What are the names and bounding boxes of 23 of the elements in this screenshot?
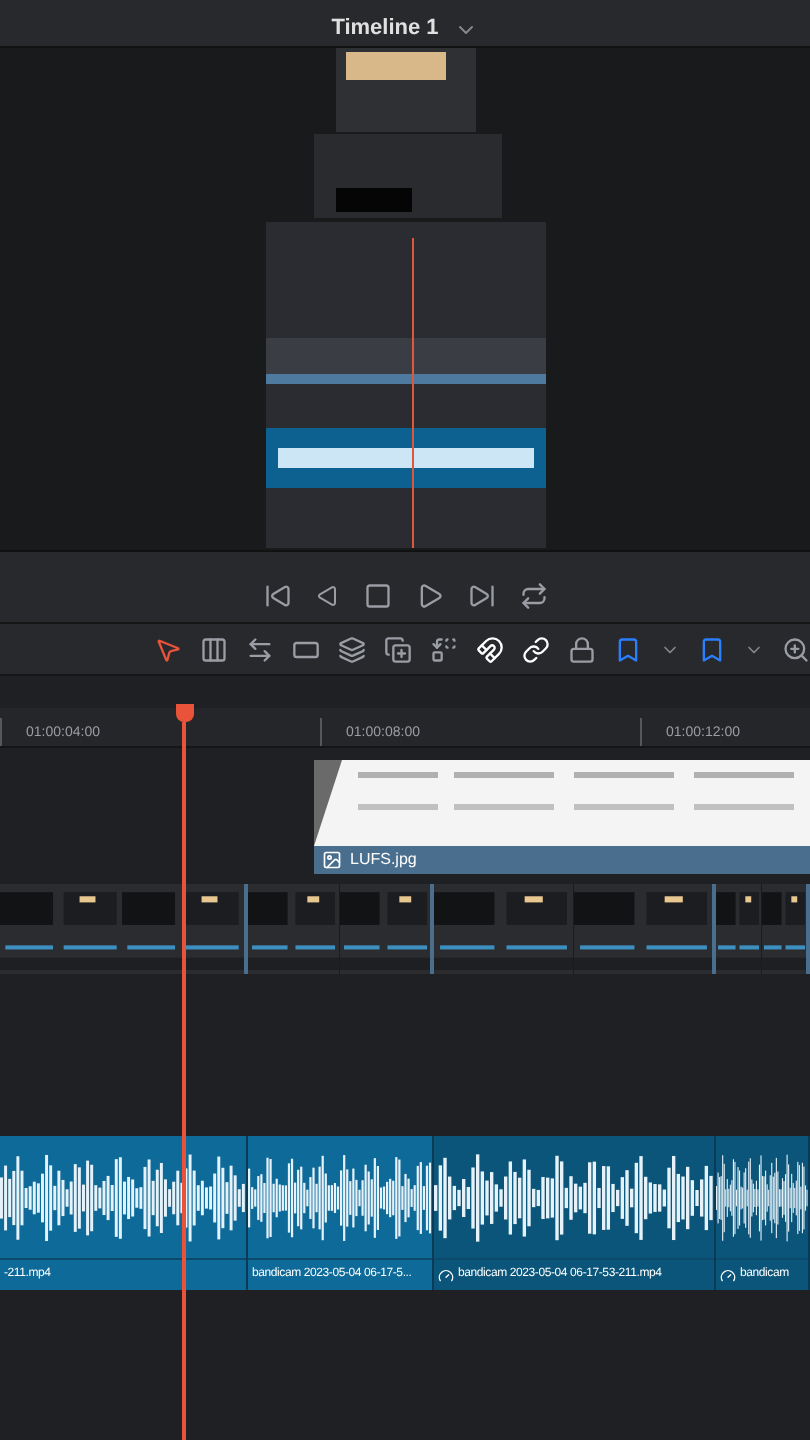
link-icon[interactable] <box>522 635 550 663</box>
pointer-icon[interactable] <box>154 635 182 663</box>
reverse-play-icon[interactable] <box>315 584 339 608</box>
stop-icon[interactable] <box>363 582 391 610</box>
video-clip[interactable] <box>0 884 248 974</box>
skip-forward-icon[interactable] <box>467 582 495 610</box>
playhead[interactable] <box>174 704 194 1440</box>
clip-name: LUFS.jpg <box>350 848 417 872</box>
skip-back-icon[interactable] <box>263 582 291 610</box>
play-icon[interactable] <box>415 582 443 610</box>
zoom-icon[interactable] <box>782 635 810 663</box>
image-clip[interactable]: LUFS.jpg <box>314 760 810 874</box>
marker-icon[interactable] <box>698 635 726 663</box>
video-clip[interactable] <box>716 884 810 974</box>
loop-icon[interactable] <box>519 582 547 610</box>
trim-icon[interactable] <box>200 635 228 663</box>
magnet-icon[interactable] <box>476 635 504 663</box>
flag-icon[interactable] <box>614 635 642 663</box>
video-clip[interactable] <box>248 884 434 974</box>
video-clip[interactable] <box>434 884 716 974</box>
timeline-title: Timeline 1 <box>331 14 439 45</box>
image-icon <box>322 850 342 870</box>
lock-icon[interactable] <box>568 635 596 663</box>
